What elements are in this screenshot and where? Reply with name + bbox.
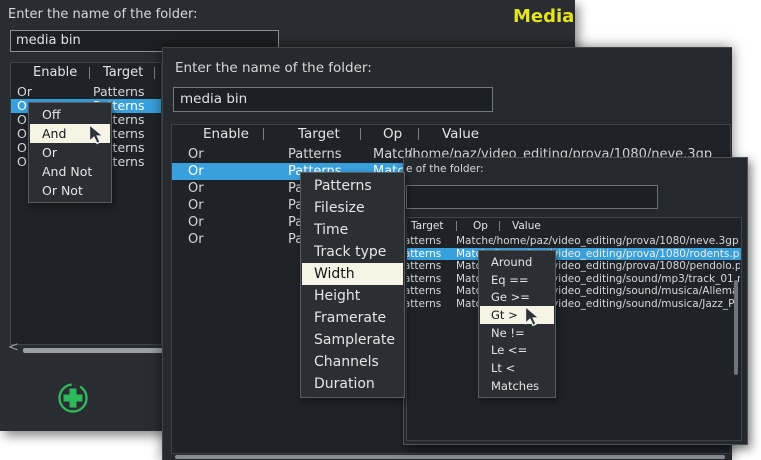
- table-row[interactable]: OrPatterns: [11, 85, 161, 99]
- header-value: Value: [442, 125, 479, 143]
- table-header: Enable Target Op Value: [172, 125, 730, 143]
- header-target: Target: [411, 218, 443, 234]
- menu-item-height[interactable]: Height: [302, 285, 403, 307]
- menu-item-or-not[interactable]: Or Not: [30, 181, 110, 200]
- add-filter-button[interactable]: [56, 381, 90, 415]
- table-header: Enable Target: [11, 63, 161, 83]
- column-separator: [360, 128, 361, 140]
- screenshot-collage: Media Enter the name of the folder: medi…: [0, 0, 761, 460]
- column-separator: [499, 221, 500, 231]
- folder-name-label: e of the folder:: [406, 163, 484, 175]
- target-context-menu: Patterns Filesize Time Track type Width …: [300, 172, 405, 398]
- scroll-left-icon[interactable]: <: [8, 340, 19, 355]
- menu-item-framerate[interactable]: Framerate: [302, 307, 403, 329]
- header-enable: Enable: [203, 125, 249, 143]
- menu-item-lt[interactable]: Lt <: [480, 359, 554, 377]
- filters-table: Target Op Value PatternsMatches/home/paz…: [406, 217, 742, 441]
- menu-item-around[interactable]: Around: [480, 253, 554, 271]
- vertical-scrollbar[interactable]: [734, 280, 738, 375]
- horizontal-scrollbar[interactable]: [23, 348, 163, 353]
- table-row[interactable]: PatternsMatches/home/paz/video_editing/s…: [407, 298, 741, 311]
- menu-item-filesize[interactable]: Filesize: [302, 197, 403, 219]
- mouse-cursor-icon: [524, 306, 542, 331]
- front-folder-dialog: e of the folder: Target Op Value Pattern…: [403, 157, 748, 445]
- header-op: Op: [383, 125, 402, 143]
- plus-icon: [56, 400, 90, 419]
- menu-item-duration[interactable]: Duration: [302, 373, 403, 395]
- column-separator: [263, 128, 264, 140]
- header-target: Target: [103, 63, 143, 83]
- column-separator: [89, 67, 90, 79]
- menu-item-matches[interactable]: Matches: [480, 377, 554, 395]
- table-row[interactable]: PatternsMatches/home/paz/video_editing/s…: [407, 285, 741, 298]
- horizontal-scrollbar[interactable]: [175, 455, 725, 459]
- menu-item-and-not[interactable]: And Not: [30, 162, 110, 181]
- menu-item-le[interactable]: Le <=: [480, 342, 554, 360]
- table-row[interactable]: PatternsMatches/home/paz/video_editing/s…: [407, 273, 741, 286]
- op-context-menu: Around Eq == Ge >= Gt > Ne != Le <= Lt <…: [478, 250, 556, 398]
- menu-item-width[interactable]: Width: [302, 263, 403, 285]
- menu-item-time[interactable]: Time: [302, 219, 403, 241]
- mouse-cursor-icon: [88, 124, 106, 149]
- table-row-selected[interactable]: PatternsMatches/home/paz/video_editing/p…: [407, 248, 741, 261]
- table-row[interactable]: PatternsMatches/home/paz/video_editing/p…: [407, 260, 741, 273]
- folder-name-label: Enter the name of the folder:: [175, 60, 372, 76]
- media-panel-title: Media: [513, 6, 574, 27]
- menu-item-off[interactable]: Off: [30, 105, 110, 124]
- column-separator: [154, 67, 155, 79]
- column-separator: [456, 221, 457, 231]
- folder-name-label: Enter the name of the folder:: [8, 7, 198, 22]
- menu-item-channels[interactable]: Channels: [302, 351, 403, 373]
- folder-name-input[interactable]: media bin: [173, 87, 493, 112]
- header-enable: Enable: [33, 63, 77, 83]
- menu-item-samplerate[interactable]: Samplerate: [302, 329, 403, 351]
- menu-item-gt[interactable]: Gt >: [480, 306, 554, 324]
- header-value: Value: [512, 218, 541, 234]
- menu-item-eq[interactable]: Eq ==: [480, 271, 554, 289]
- menu-item-track-type[interactable]: Track type: [302, 241, 403, 263]
- enable-context-menu: Off And Or And Not Or Not: [28, 102, 112, 203]
- column-separator: [418, 128, 419, 140]
- folder-name-input[interactable]: [406, 185, 658, 209]
- menu-item-patterns[interactable]: Patterns: [302, 175, 403, 197]
- header-op: Op: [473, 218, 488, 234]
- header-target: Target: [298, 125, 340, 143]
- table-header: Target Op Value: [407, 218, 741, 234]
- menu-item-ne[interactable]: Ne !=: [480, 324, 554, 342]
- table-row[interactable]: PatternsMatches/home/paz/video_editing/p…: [407, 235, 741, 248]
- menu-item-ge[interactable]: Ge >=: [480, 288, 554, 306]
